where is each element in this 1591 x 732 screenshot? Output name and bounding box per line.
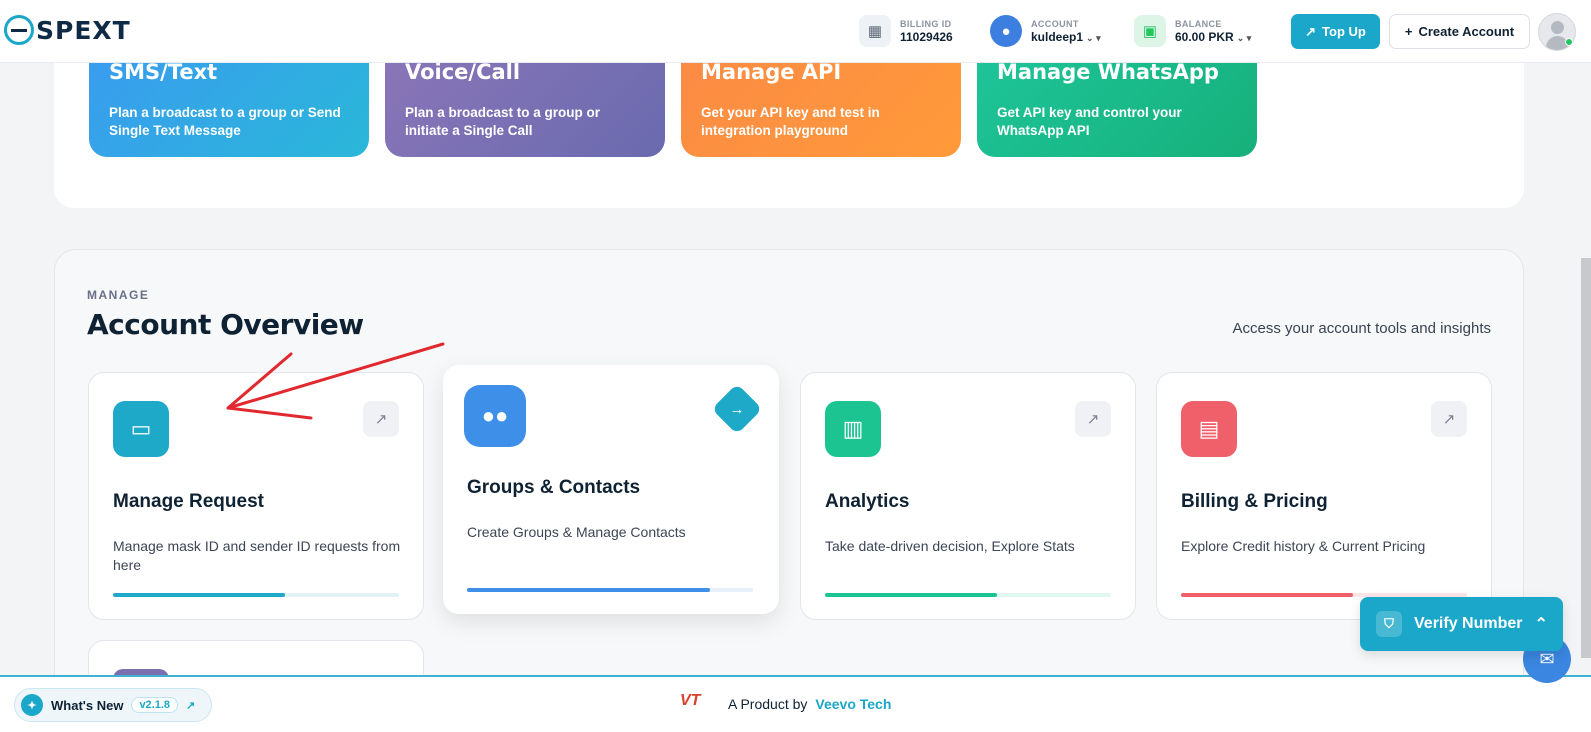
account-dropdown[interactable]: ● ACCOUNT kuldeep1 ⌄ ▾: [990, 15, 1101, 47]
chart-icon: ▥: [825, 401, 881, 457]
create-account-label: Create Account: [1418, 24, 1515, 39]
balance-label: BALANCE: [1175, 18, 1222, 29]
card-groups-contacts[interactable]: ●● → Groups & Contacts Create Groups & M…: [443, 365, 779, 614]
service-title: Voice/Call: [405, 60, 521, 84]
verify-number-label: Verify Number: [1414, 615, 1523, 632]
arrow-right-icon[interactable]: →: [711, 383, 763, 435]
account-value: kuldeep1: [1031, 29, 1084, 44]
arrow-up-right-icon[interactable]: ↗: [1075, 401, 1111, 437]
version-badge: v2.1.8: [131, 697, 179, 713]
section-eyebrow: MANAGE: [87, 288, 150, 302]
progress-bar: [113, 593, 399, 597]
create-account-button[interactable]: + Create Account: [1389, 14, 1530, 49]
verify-number-button[interactable]: ⛉ Verify Number ⌃: [1360, 597, 1563, 651]
receipt-icon: ▤: [1181, 401, 1237, 457]
service-title: Manage API: [701, 60, 842, 84]
service-desc: Get your API key and test in integration…: [701, 105, 880, 138]
card-billing-pricing[interactable]: ▤ ↗ Billing & Pricing Explore Credit his…: [1156, 372, 1492, 620]
whats-new-label: What's New: [51, 697, 124, 713]
top-up-button[interactable]: ↗ Top Up: [1291, 14, 1380, 49]
online-status-dot: [1565, 38, 1573, 46]
billing-id-label: BILLING ID: [900, 18, 952, 29]
footer: ✦ What's New v2.1.8 ↗ VT A Product by Ve…: [0, 675, 1591, 732]
card-analytics[interactable]: ▥ ↗ Analytics Take date-driven decision,…: [800, 372, 1136, 620]
whats-new-button[interactable]: ✦ What's New v2.1.8 ↗: [14, 688, 212, 722]
user-icon: ●: [990, 15, 1022, 47]
shield-icon: ⛉: [1376, 611, 1402, 637]
logo-text: SPEXT: [36, 15, 131, 45]
account-label: ACCOUNT: [1031, 18, 1079, 29]
chevron-down-icon: ⌄ ▾: [1086, 32, 1101, 43]
spext-logo[interactable]: SPEXT: [4, 15, 131, 45]
billing-id-value: 11029426: [900, 29, 953, 44]
service-title: Manage WhatsApp: [997, 60, 1219, 84]
card-title: Manage Request: [113, 491, 264, 512]
card-title: Analytics: [825, 491, 910, 512]
service-title: SMS/Text: [109, 60, 218, 84]
service-desc: Plan a broadcast to a group or initiate …: [405, 105, 601, 138]
service-desc: Plan a broadcast to a group or Send Sing…: [109, 105, 341, 138]
plus-icon: +: [1404, 24, 1413, 39]
monitor-icon: ▭: [113, 401, 169, 457]
balance-value: 60.00 PKR: [1175, 29, 1234, 44]
building-icon: ▦: [859, 15, 891, 47]
arrow-up-right-icon[interactable]: ↗: [1431, 401, 1467, 437]
progress-bar: [467, 588, 753, 592]
card-title: Groups & Contacts: [467, 477, 641, 498]
balance-dropdown[interactable]: ▣ BALANCE 60.00 PKR ⌄ ▾: [1134, 15, 1251, 47]
scrollbar-thumb[interactable]: [1581, 258, 1591, 658]
page-title: Account Overview: [87, 308, 364, 341]
chevron-down-icon: ⌄ ▾: [1236, 32, 1252, 43]
product-prefix: A Product by: [728, 696, 808, 712]
external-link-icon: ↗: [186, 699, 196, 712]
progress-bar: [825, 593, 1111, 597]
wallet-icon: ▣: [1134, 15, 1166, 47]
top-header: SPEXT ▦ BILLING ID 11029426 ● ACCOUNT ku…: [0, 0, 1591, 63]
external-link-icon: ↗: [1305, 23, 1317, 39]
card-manage-request[interactable]: ▭ ↗ Manage Request Manage mask ID and se…: [88, 372, 424, 620]
top-up-label: Top Up: [1322, 24, 1366, 39]
billing-id-widget: ▦ BILLING ID 11029426: [859, 15, 953, 47]
logo-mark-icon: [4, 15, 34, 45]
service-desc: Get API key and control your WhatsApp AP…: [997, 105, 1182, 138]
arrow-up-right-icon[interactable]: ↗: [363, 401, 399, 437]
brand-link[interactable]: Veevo Tech: [815, 696, 891, 712]
card-title: Billing & Pricing: [1181, 491, 1328, 512]
section-subtitle: Access your account tools and insights: [1232, 320, 1491, 337]
card-desc: Explore Credit history & Current Pricing: [1181, 538, 1426, 554]
card-desc: Create Groups & Manage Contacts: [467, 524, 686, 540]
chevron-up-icon: ⌃: [1534, 616, 1548, 633]
card-desc: Manage mask ID and sender ID requests fr…: [113, 538, 401, 573]
veevo-tech-logo: VT: [680, 692, 701, 709]
card-desc: Take date-driven decision, Explore Stats: [825, 538, 1075, 554]
product-credit: VT A Product by Veevo Tech: [680, 692, 891, 716]
sparkle-icon: ✦: [21, 694, 43, 716]
users-icon: ●●: [464, 385, 526, 447]
